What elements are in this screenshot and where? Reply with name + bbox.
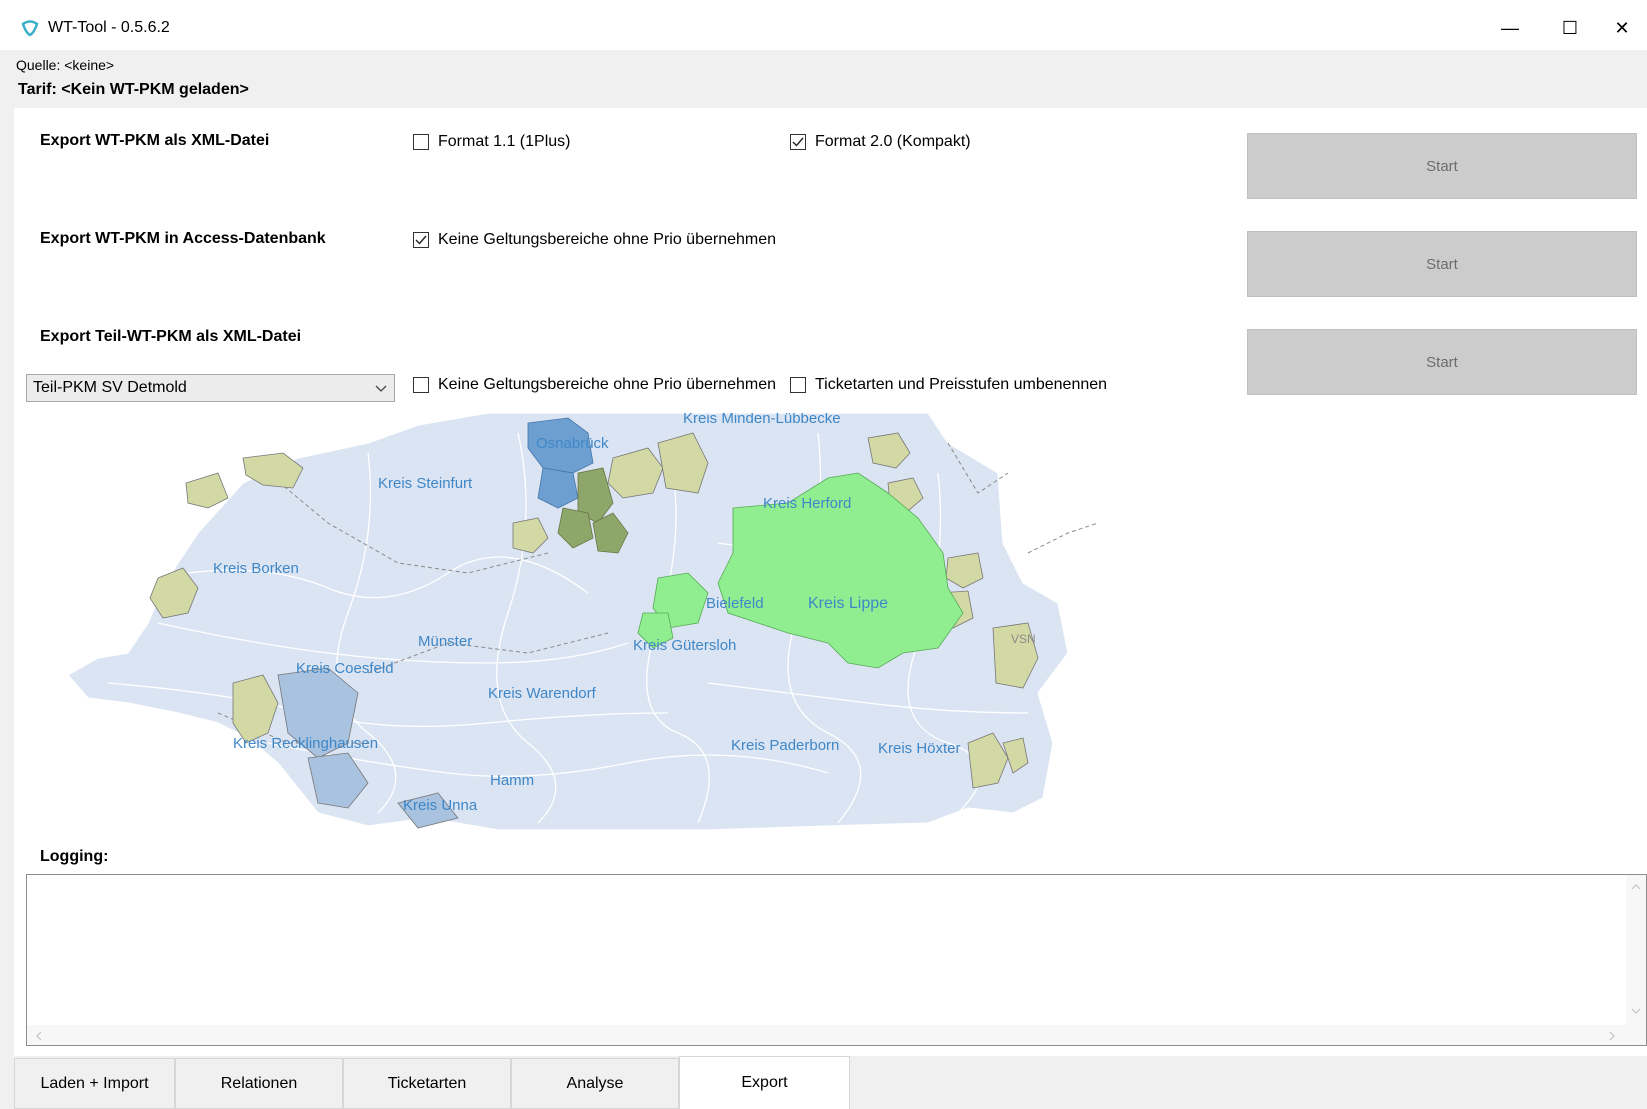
logging-textbox[interactable] xyxy=(26,874,1647,1046)
tab-relationen[interactable]: Relationen xyxy=(175,1058,343,1109)
rename-label: Ticketarten und Preisstufen umbenennen xyxy=(815,376,1108,393)
start-access-button[interactable]: Start xyxy=(1247,231,1637,297)
tarif-label: Tarif: <Kein WT-PKM geladen> xyxy=(18,81,249,98)
map-label-steinfurt: Kreis Steinfurt xyxy=(378,475,473,492)
maximize-icon: ☐ xyxy=(1561,17,1579,38)
checkbox-box[interactable] xyxy=(790,377,806,393)
map-label-coesfeld: Kreis Coesfeld xyxy=(296,660,394,677)
map-label-osnabrueck: Osnabrück xyxy=(536,435,609,452)
window-title: WT-Tool - 0.5.6.2 xyxy=(48,19,170,36)
start-xml-button[interactable]: Start xyxy=(1247,133,1637,199)
access-no-scopes-label: Keine Geltungsbereiche ohne Prio überneh… xyxy=(438,231,777,248)
partial-pkm-value: Teil-PKM SV Detmold xyxy=(33,379,187,396)
map-label-muenster: Münster xyxy=(418,633,472,650)
map-label-guetersloh: Kreis Gütersloh xyxy=(633,637,736,654)
tab-analyse[interactable]: Analyse xyxy=(511,1058,679,1109)
app-window: WT-Tool - 0.5.6.2 — ☐ ✕ Quelle: <keine> … xyxy=(0,0,1647,1109)
region-map: Kreis Minden-Lübbecke Osnabrück Kreis St… xyxy=(68,413,1098,830)
map-label-hoexter: Kreis Höxter xyxy=(878,740,961,757)
close-icon: ✕ xyxy=(1614,17,1630,38)
format11-label: Format 1.1 (1Plus) xyxy=(438,133,571,150)
access-no-scopes-checkbox[interactable]: Keine Geltungsbereiche ohne Prio überneh… xyxy=(413,231,776,249)
map-label-lippe: Kreis Lippe xyxy=(808,595,888,612)
export-xml-title: Export WT-PKM als XML-Datei xyxy=(40,132,270,149)
partial-pkm-select[interactable]: Teil-PKM SV Detmold xyxy=(26,374,395,402)
horizontal-scrollbar[interactable] xyxy=(27,1025,1646,1045)
map-label-herford: Kreis Herford xyxy=(763,495,851,512)
format20-label: Format 2.0 (Kompakt) xyxy=(815,133,971,150)
map-label-hamm: Hamm xyxy=(490,772,534,789)
map-label-unna: Kreis Unna xyxy=(403,797,478,814)
tab-export[interactable]: Export xyxy=(679,1056,850,1109)
minimize-button[interactable]: — xyxy=(1485,10,1535,46)
maximize-button[interactable]: ☐ xyxy=(1545,10,1595,46)
export-access-title: Export WT-PKM in Access-Datenbank xyxy=(40,230,326,247)
chevron-down-icon xyxy=(375,385,387,392)
format20-checkbox[interactable]: Format 2.0 (Kompakt) xyxy=(790,133,971,151)
title-bar: WT-Tool - 0.5.6.2 — ☐ ✕ xyxy=(0,0,1647,50)
partial-no-scopes-label: Keine Geltungsbereiche ohne Prio überneh… xyxy=(438,376,777,393)
map-label-recklinghausen: Kreis Recklinghausen xyxy=(233,735,378,752)
close-button[interactable]: ✕ xyxy=(1597,10,1647,46)
checkmark-icon xyxy=(792,137,804,147)
scroll-left-icon[interactable] xyxy=(35,1031,43,1041)
rename-checkbox[interactable]: Ticketarten und Preisstufen umbenennen xyxy=(790,376,1107,394)
minimize-icon: — xyxy=(1501,17,1519,38)
scroll-up-icon[interactable] xyxy=(1631,883,1641,891)
source-label: Quelle: <keine> xyxy=(16,57,115,73)
start-partial-button[interactable]: Start xyxy=(1247,329,1637,395)
map-label-minden: Kreis Minden-Lübbecke xyxy=(683,413,841,427)
checkbox-box[interactable] xyxy=(790,134,806,150)
scroll-right-icon[interactable] xyxy=(1608,1031,1616,1041)
vertical-scrollbar[interactable] xyxy=(1626,875,1646,1025)
logging-label: Logging: xyxy=(40,848,109,865)
format11-checkbox[interactable]: Format 1.1 (1Plus) xyxy=(413,133,570,151)
info-area: Quelle: <keine> Tarif: <Kein WT-PKM gela… xyxy=(0,50,1647,108)
checkbox-box[interactable] xyxy=(413,377,429,393)
export-partial-title: Export Teil-WT-PKM als XML-Datei xyxy=(40,328,302,345)
tab-ticketarten[interactable]: Ticketarten xyxy=(343,1058,511,1109)
scroll-down-icon[interactable] xyxy=(1631,1007,1641,1015)
checkbox-box[interactable] xyxy=(413,232,429,248)
map-label-warendorf: Kreis Warendorf xyxy=(488,685,597,702)
checkmark-icon xyxy=(415,235,427,245)
map-label-borken: Kreis Borken xyxy=(213,560,299,577)
map-label-bielefeld: Bielefeld xyxy=(706,595,764,612)
app-logo-icon xyxy=(21,20,39,37)
checkbox-box[interactable] xyxy=(413,134,429,150)
tab-laden-import[interactable]: Laden + Import xyxy=(14,1058,175,1109)
map-label-vsn: VSN xyxy=(1011,632,1036,646)
map-label-paderborn: Kreis Paderborn xyxy=(731,737,839,754)
tab-strip: Laden + Import Relationen Ticketarten An… xyxy=(14,1056,1647,1109)
partial-no-scopes-checkbox[interactable]: Keine Geltungsbereiche ohne Prio überneh… xyxy=(413,376,776,394)
